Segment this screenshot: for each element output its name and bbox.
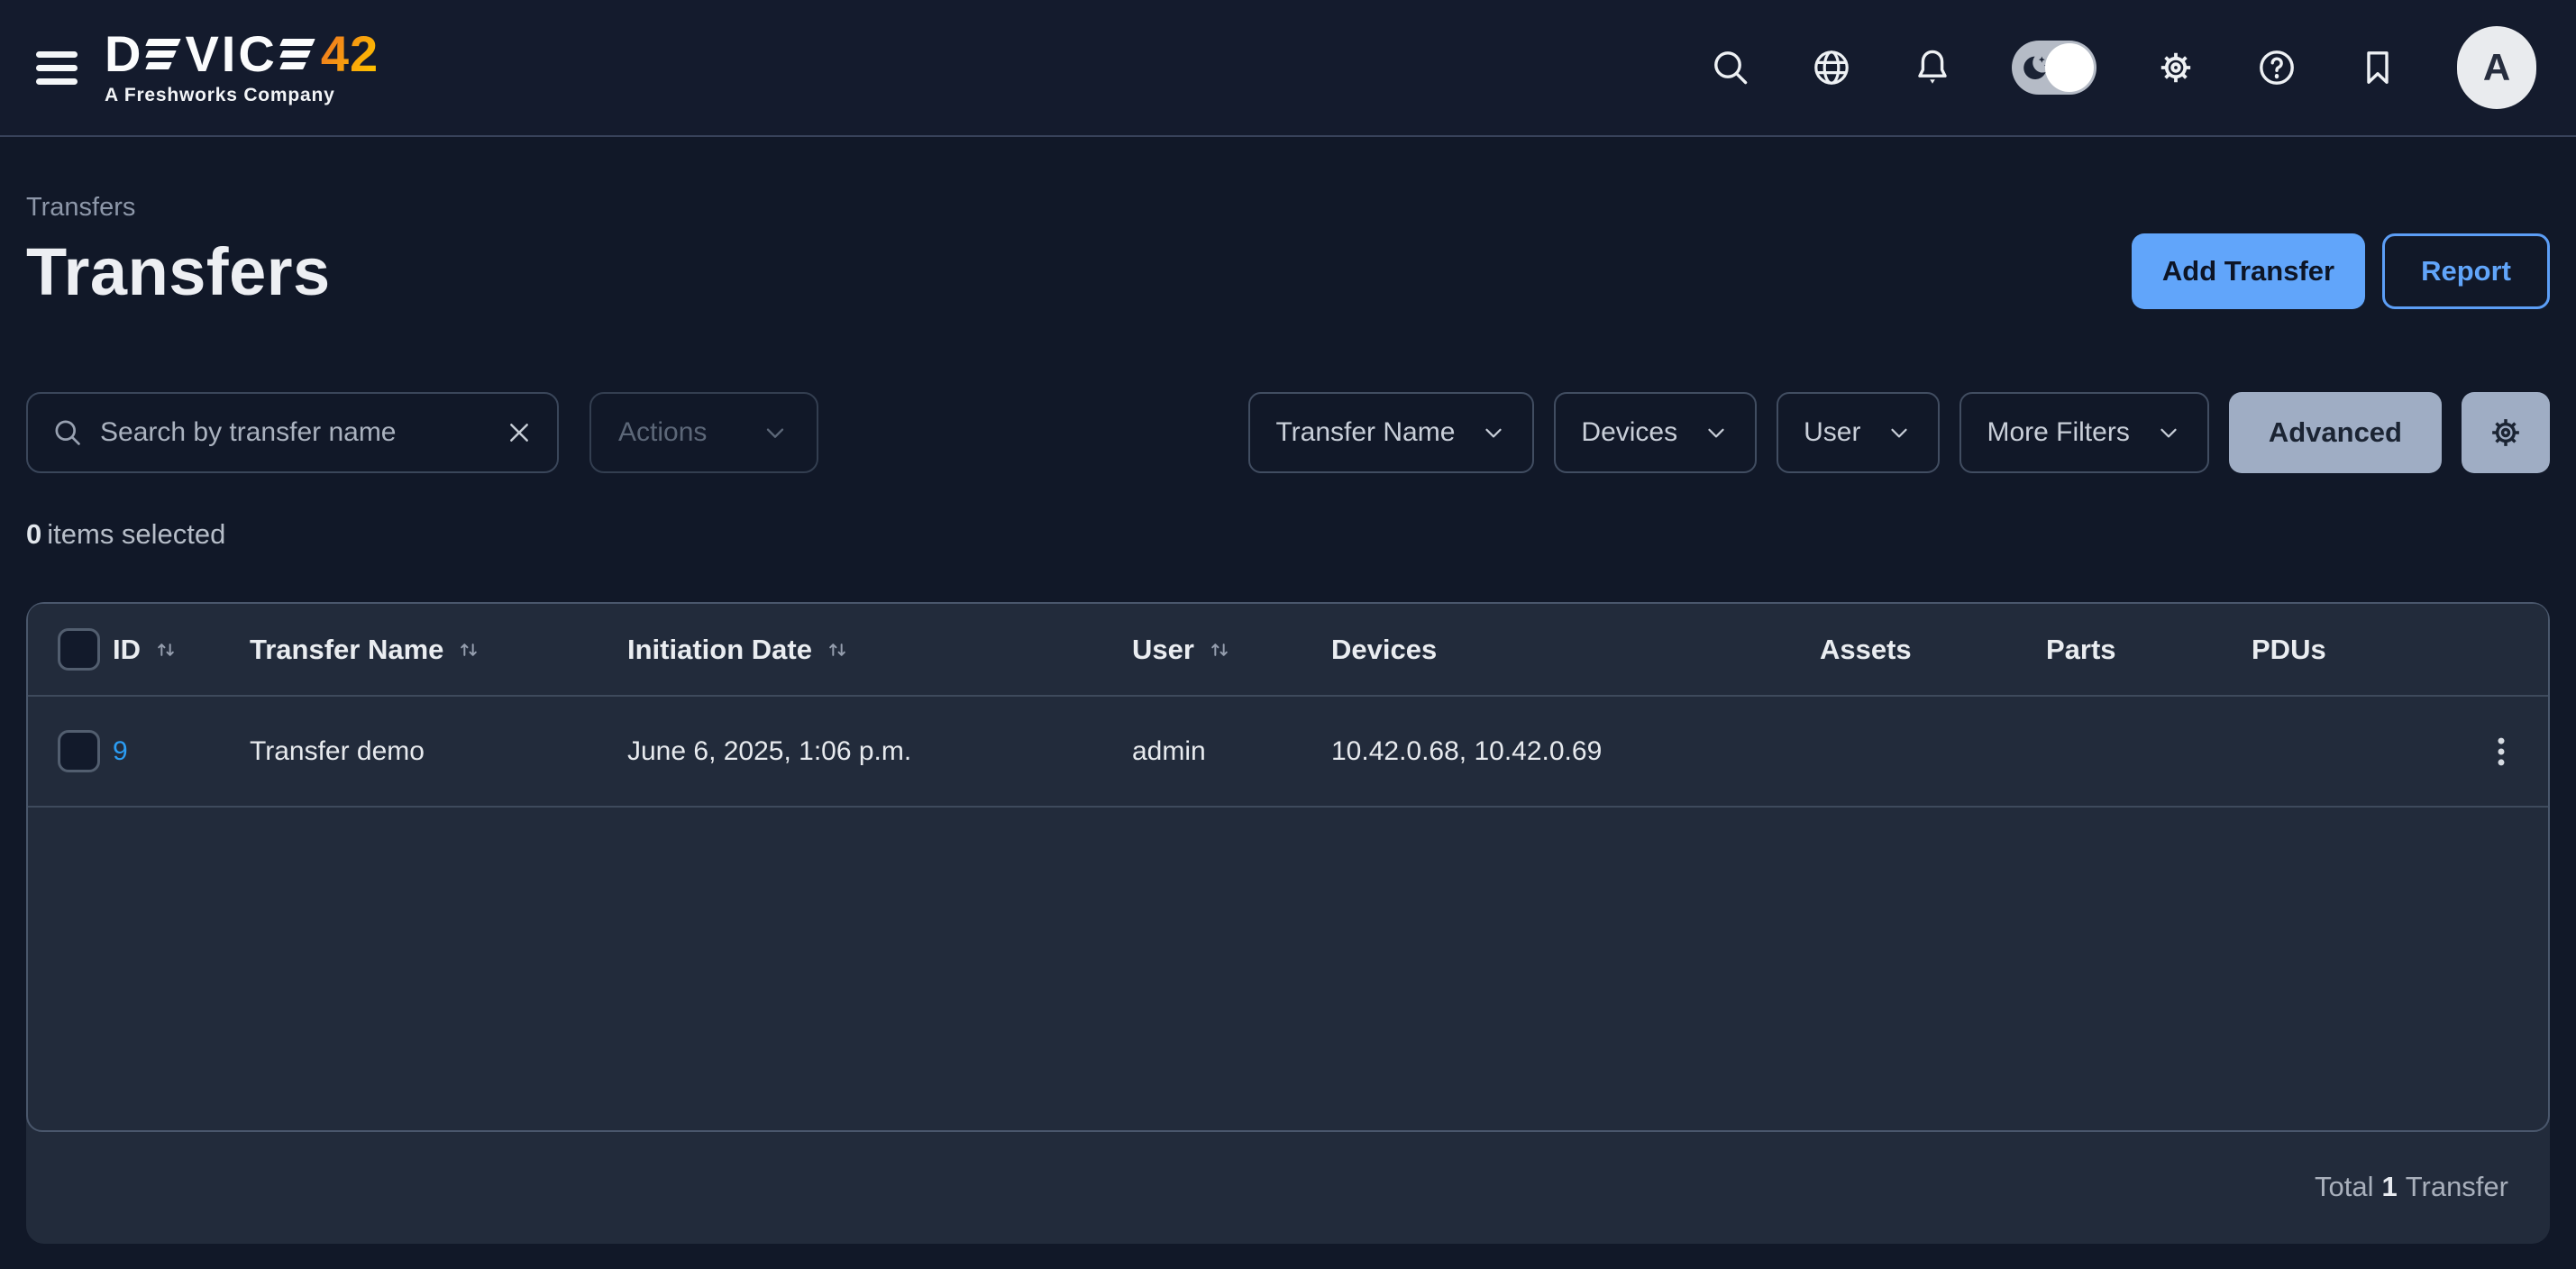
select-all-checkbox[interactable] bbox=[58, 628, 100, 671]
top-navbar: D VIC 42 A Freshworks Company bbox=[0, 0, 2576, 137]
total-label: Total bbox=[2315, 1171, 2373, 1203]
sort-icon[interactable] bbox=[153, 637, 178, 662]
logo-subtitle: A Freshworks Company bbox=[105, 85, 379, 106]
row-actions-kebab-icon[interactable] bbox=[2481, 732, 2521, 771]
filter-more-filters[interactable]: More Filters bbox=[1959, 392, 2208, 473]
add-transfer-button[interactable]: Add Transfer bbox=[2132, 233, 2365, 309]
chevron-down-icon bbox=[2155, 419, 2182, 446]
logo-text: VIC bbox=[185, 29, 277, 79]
logo-number: 42 bbox=[321, 29, 379, 79]
chevron-down-icon bbox=[1886, 419, 1913, 446]
sort-icon[interactable] bbox=[825, 637, 850, 662]
logo-e-glyph bbox=[281, 39, 314, 69]
chevron-down-icon bbox=[1703, 419, 1730, 446]
report-button[interactable]: Report bbox=[2382, 233, 2550, 309]
column-header-pdus: PDUs bbox=[2252, 634, 2448, 666]
selection-status: 0items selected bbox=[26, 518, 2550, 551]
advanced-button[interactable]: Advanced bbox=[2229, 392, 2442, 473]
notifications-bell-icon[interactable] bbox=[1911, 46, 1954, 89]
column-header-assets: Assets bbox=[1820, 634, 2046, 666]
theme-toggle[interactable] bbox=[2012, 41, 2096, 95]
selection-text: items selected bbox=[47, 518, 225, 550]
actions-label: Actions bbox=[618, 417, 707, 448]
cell-devices: 10.42.0.68, 10.42.0.69 bbox=[1331, 736, 1820, 767]
sort-icon[interactable] bbox=[456, 637, 481, 662]
settings-gear-icon[interactable] bbox=[2154, 46, 2197, 89]
logo-e-glyph bbox=[147, 39, 179, 69]
column-header-transfer-name[interactable]: Transfer Name bbox=[250, 634, 627, 666]
cell-initiation-date: June 6, 2025, 1:06 p.m. bbox=[627, 736, 1132, 767]
search-icon[interactable] bbox=[1709, 46, 1752, 89]
avatar-letter: A bbox=[2483, 46, 2510, 89]
transfers-table: ID Transfer Name I bbox=[26, 602, 2550, 1132]
transfer-id-link[interactable]: 9 bbox=[113, 736, 128, 767]
search-box bbox=[26, 392, 559, 473]
globe-icon[interactable] bbox=[1810, 46, 1853, 89]
table-settings-gear-icon[interactable] bbox=[2462, 392, 2550, 473]
cell-user: admin bbox=[1132, 736, 1331, 767]
help-icon[interactable] bbox=[2255, 46, 2298, 89]
logo-text: D bbox=[105, 29, 143, 79]
selection-count: 0 bbox=[26, 518, 41, 550]
transfers-table-card: ID Transfer Name I bbox=[26, 602, 2550, 1244]
toggle-knob bbox=[2045, 43, 2094, 92]
sort-icon[interactable] bbox=[1207, 637, 1232, 662]
column-header-devices: Devices bbox=[1331, 634, 1820, 666]
column-header-initiation-date[interactable]: Initiation Date bbox=[627, 634, 1132, 666]
breadcrumb[interactable]: Transfers bbox=[26, 193, 2550, 223]
main-content: Transfers Transfers Add Transfer Report bbox=[0, 193, 2576, 1244]
table-row[interactable]: 9 Transfer demo June 6, 2025, 1:06 p.m. … bbox=[28, 697, 2548, 808]
cell-transfer-name: Transfer demo bbox=[250, 736, 627, 767]
navbar-icon-group: A bbox=[1709, 26, 2536, 109]
filter-devices[interactable]: Devices bbox=[1554, 392, 1757, 473]
bookmark-icon[interactable] bbox=[2356, 46, 2399, 89]
page-title: Transfers bbox=[26, 233, 331, 310]
column-header-parts: Parts bbox=[2046, 634, 2252, 666]
table-header-row: ID Transfer Name I bbox=[28, 604, 2548, 697]
device42-logo[interactable]: D VIC 42 A Freshworks Company bbox=[105, 29, 379, 106]
table-footer: Total 1 Transfer bbox=[26, 1132, 2550, 1242]
clear-search-icon[interactable] bbox=[505, 418, 534, 447]
total-count: 1 bbox=[2381, 1171, 2397, 1203]
filter-transfer-name[interactable]: Transfer Name bbox=[1248, 392, 1534, 473]
table-empty-area bbox=[28, 808, 2548, 1128]
actions-dropdown[interactable]: Actions bbox=[589, 392, 818, 473]
search-icon bbox=[51, 416, 84, 449]
filter-user[interactable]: User bbox=[1777, 392, 1940, 473]
user-avatar[interactable]: A bbox=[2457, 26, 2536, 109]
row-checkbox[interactable] bbox=[58, 730, 100, 772]
chevron-down-icon bbox=[761, 418, 790, 447]
column-header-user[interactable]: User bbox=[1132, 634, 1331, 666]
chevron-down-icon bbox=[1480, 419, 1507, 446]
search-input[interactable] bbox=[100, 417, 489, 448]
hamburger-menu-icon[interactable] bbox=[36, 51, 78, 85]
column-header-id[interactable]: ID bbox=[113, 634, 250, 666]
total-unit: Transfer bbox=[2406, 1171, 2508, 1203]
